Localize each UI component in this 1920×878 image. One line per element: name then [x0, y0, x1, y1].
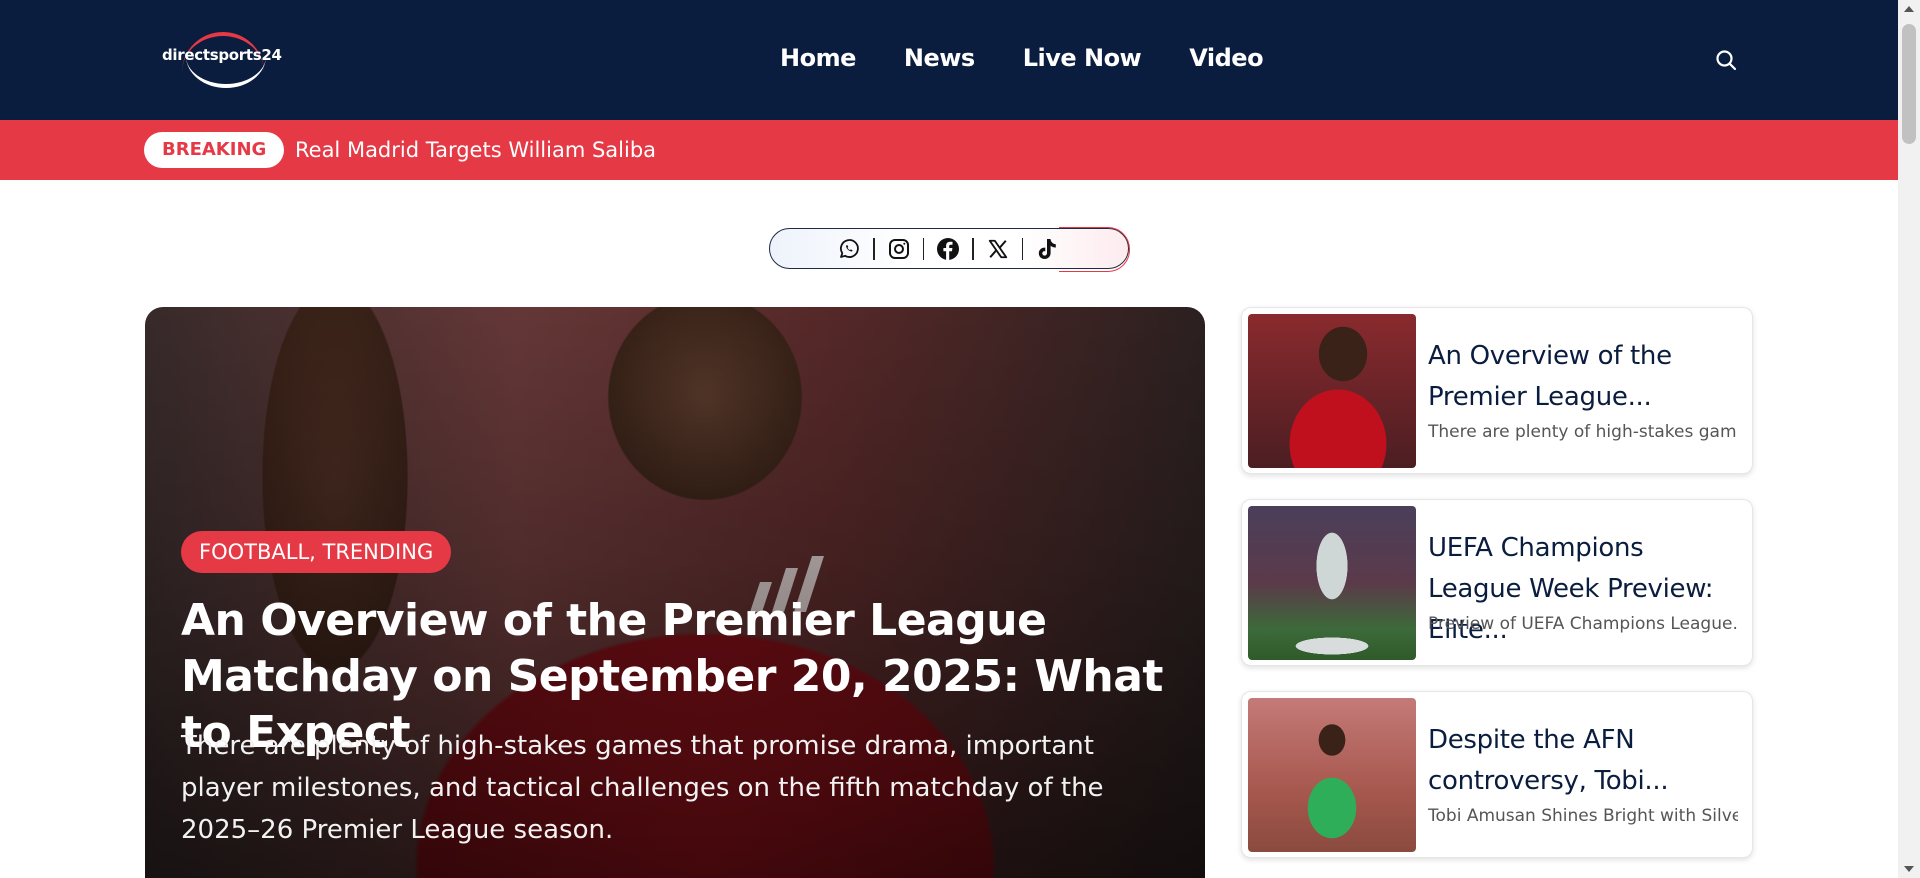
hero-excerpt: There are plenty of high-stakes games th…	[181, 731, 1104, 845]
site-header: directsports24 Home News Live Now Video	[0, 0, 1898, 120]
nav-item-home[interactable]: Home	[780, 44, 856, 72]
scroll-down-arrow-icon[interactable]	[1904, 866, 1914, 872]
main-nav: Home News Live Now Video	[780, 44, 1264, 72]
nav-item-video[interactable]: Video	[1189, 44, 1263, 72]
article-thumbnail[interactable]	[1248, 698, 1416, 852]
page-scrollbar[interactable]	[1898, 0, 1920, 878]
hero-category-tag[interactable]: FOOTBALL, TRENDING	[181, 531, 452, 573]
social-separator	[873, 238, 875, 260]
side-article-card[interactable]: UEFA Champions League Week Preview: Elit…	[1241, 499, 1753, 666]
nav-item-live-now[interactable]: Live Now	[1023, 44, 1142, 72]
social-separator	[922, 238, 924, 260]
article-card-excerpt: Tobi Amusan Shines Bright with Silve...	[1428, 806, 1738, 826]
search-icon[interactable]	[1714, 48, 1738, 72]
scroll-up-arrow-icon[interactable]	[1904, 6, 1914, 12]
side-article-card[interactable]: An Overview of the Premier League... The…	[1241, 307, 1753, 474]
logo-text: directsports24	[162, 46, 282, 64]
article-thumbnail[interactable]	[1248, 506, 1416, 660]
scrollbar-thumb[interactable]	[1902, 24, 1916, 144]
article-card-excerpt: There are plenty of high-stakes gam...	[1428, 422, 1738, 442]
hero-article[interactable]: FOOTBALL, TRENDING An Overview of the Pr…	[145, 307, 1205, 878]
x-icon[interactable]	[985, 236, 1011, 262]
article-card-title[interactable]: An Overview of the Premier League...	[1428, 336, 1738, 418]
facebook-icon[interactable]	[935, 236, 961, 262]
nav-item-news[interactable]: News	[904, 44, 975, 72]
whatsapp-icon[interactable]	[836, 236, 862, 262]
breaking-news-bar: BREAKING Real Madrid Targets William Sal…	[0, 120, 1898, 180]
instagram-icon[interactable]	[886, 236, 912, 262]
breaking-headline[interactable]: Real Madrid Targets William Saliba	[295, 138, 656, 162]
article-card-title[interactable]: Despite the AFN controversy, Tobi...	[1428, 720, 1738, 802]
breaking-badge: BREAKING	[144, 132, 285, 168]
article-thumbnail[interactable]	[1248, 314, 1416, 468]
social-separator	[972, 238, 974, 260]
article-card-excerpt: Preview of UEFA Champions League...	[1428, 614, 1738, 634]
side-article-card[interactable]: Despite the AFN controversy, Tobi... Tob…	[1241, 691, 1753, 858]
tiktok-icon[interactable]	[1034, 236, 1060, 262]
site-logo[interactable]: directsports24	[160, 30, 285, 90]
social-separator	[1021, 238, 1023, 260]
social-links-bar	[769, 227, 1130, 272]
